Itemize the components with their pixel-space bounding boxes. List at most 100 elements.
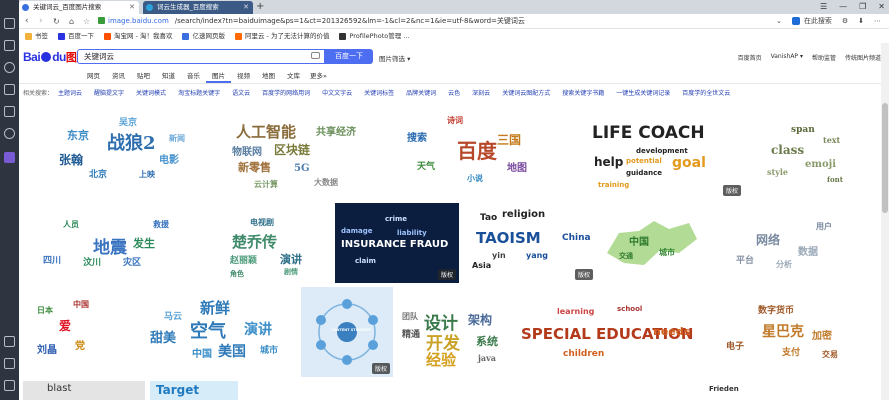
tab-zhidao[interactable]: 知道 [156,70,181,83]
image-result[interactable]: 人工智能 物联网 区块链 共享经济 新零售 5G 大数据 云计算 [224,107,384,199]
word: 马云 [164,312,183,322]
more-menu-icon[interactable]: ⋯ [874,17,881,25]
back-icon[interactable]: ‹ [25,15,29,28]
tab-web[interactable]: 网页 [81,70,106,83]
camera-icon[interactable] [311,52,320,59]
related-link[interactable]: 搜索关键字书籍 [562,88,604,100]
bookmark-item[interactable]: 百度一下 [58,30,94,42]
image-result[interactable]: 百度 搜索 三国 天气 地图 诗词 小说 [387,107,565,199]
word: 甜美 [150,331,177,346]
image-result[interactable]: LIFE COACH goal help potential developme… [568,107,744,199]
word: 战狼2 [107,133,156,154]
related-link[interactable]: 百度学的全世文云 [682,88,730,100]
downloads-icon[interactable]: ⬇ [858,17,864,25]
image-result[interactable]: 战狼2 东京 张翰 电影 北京 吴京 上映 新闻 [29,107,221,199]
related-link[interactable]: 醒脑提文字 [94,88,124,100]
related-link[interactable]: 关键词云图配方式 [502,88,550,100]
chat-icon[interactable] [4,128,15,139]
bookmark-item[interactable]: 淘宝网 - 淘！我喜欢 [104,30,172,42]
menu-button[interactable]: ☰ [820,0,827,14]
related-link[interactable]: 关键词模式 [136,88,166,100]
address-bar[interactable]: image.baidu.com/search/index?tn=baiduima… [98,15,688,27]
related-link[interactable]: 中文文字云 [322,88,352,100]
maximize-button[interactable]: ❐ [859,0,866,14]
bookmark-item[interactable]: 书签 [25,30,48,42]
related-link[interactable]: 品牌关键词 [406,88,436,100]
image-result[interactable]: 新鲜 空气 演讲 甜美 中国 美国 城市 马云 [120,287,298,377]
header-link[interactable]: 帮助监管 [812,53,836,62]
header-link[interactable]: VanishAP ▾ [771,53,803,62]
refresh-icon[interactable]: ↻ [53,15,60,28]
word: 中国 [73,299,89,309]
image-result[interactable]: INSURANCE FRAUD liability crime damage c… [335,203,459,283]
word: Tao [480,213,498,223]
settings-icon[interactable] [4,380,15,391]
bookmark-item[interactable]: 亿速网页版 [182,30,225,42]
cloud-icon[interactable] [4,358,15,369]
search-icon[interactable] [4,62,15,73]
bookmark-item[interactable]: ProfilePhoto管理 ... [339,30,410,42]
image-result[interactable]: TAOISM religion Tao China yin yang Asia … [462,203,596,283]
star-icon[interactable]: ☆ [83,15,90,28]
forward-icon[interactable]: › [39,15,43,28]
tab-images[interactable]: 图片 [206,70,231,83]
tab-news[interactable]: 资讯 [106,70,131,83]
header-link[interactable]: 传统图片频道 [845,53,881,62]
image-result[interactable]: 地震 发生 四川 汶川 灾区 人员 救援 [23,203,207,283]
word: China [562,233,591,243]
close-window-button[interactable]: ✕ [878,0,885,14]
image-result[interactable]: class emoji span text style font [747,107,875,199]
aliyun-icon [234,32,242,40]
tab-wenku[interactable]: 文库 [281,70,306,83]
tab-more[interactable]: 更多» [306,70,331,83]
tab-tieba[interactable]: 贴吧 [131,70,156,83]
tab-map[interactable]: 地图 [256,70,281,83]
tab-baidu-search[interactable]: 词云生成器_百度搜索 ✕ [143,1,253,14]
page-scrollbar[interactable] [881,43,889,400]
download-icon[interactable] [4,84,15,95]
header-link[interactable]: 百度首页 [738,53,762,62]
home-icon[interactable]: ⌂ [69,15,74,28]
image-result[interactable]: blast [23,381,145,400]
image-result[interactable]: CONTENT STRATEGY 版权 [301,287,393,377]
related-link[interactable]: 关键词标签 [364,88,394,100]
image-result[interactable]: 星巴克 数字货币 加密 电子 支付 交易 [702,287,876,377]
bookmark-item[interactable]: 阿里云 - 为了无法计算的价值 [234,30,329,42]
scrollbar-thumb[interactable] [882,103,888,213]
image-filter-link[interactable]: 图片筛选 ▾ [379,53,410,63]
close-tab-icon[interactable]: ✕ [129,1,135,13]
minimize-button[interactable]: — [839,0,847,14]
category-tabs: 网页 资讯 贴吧 知道 音乐 图片 视频 地图 文库 更多» [19,70,889,84]
related-link[interactable]: 语文云 [232,88,250,100]
image-result[interactable]: 爱 党 刘晶 日本 中国 [23,287,117,377]
notes-icon[interactable] [4,106,15,117]
word: 共享经济 [316,127,356,138]
close-tab-icon[interactable]: ✕ [243,1,249,13]
app-icon[interactable] [4,152,15,163]
tab-music[interactable]: 音乐 [181,70,206,83]
image-result[interactable]: Target [150,381,238,400]
bookmark-icon[interactable] [4,18,15,29]
related-link[interactable]: 深刻云 [472,88,490,100]
history-icon[interactable] [4,40,15,51]
search-button[interactable]: 百度一下 [325,49,373,64]
related-link[interactable]: 云色 [448,88,460,100]
new-tab-button[interactable]: + [256,0,264,13]
image-result[interactable]: 中国 城市 交通 [599,203,703,283]
tab-video[interactable]: 视频 [231,70,256,83]
image-result[interactable]: 设计 开发 架构 经验 系统 精通 团队 java [396,287,514,377]
image-result[interactable]: 楚乔传 演讲 赵丽颖 电视剧 剧情 角色 [210,203,332,283]
related-link[interactable]: 一键生成关键词记录 [616,88,670,100]
dropdown-icon[interactable]: ⌄ [776,17,782,25]
extensions-icon[interactable]: ⚙ [842,17,848,25]
search-input[interactable]: 关键词云 [77,49,325,64]
related-link[interactable]: 淘宝标题关键字 [178,88,220,100]
image-result[interactable]: SPECIAL EDUCATION needs learning childre… [517,287,699,377]
related-link[interactable]: 主题词云 [58,88,82,100]
image-result[interactable]: 网络 数据 平台 用户 分析 [706,203,876,283]
user-icon[interactable] [4,336,15,347]
tab-baidu-images[interactable]: 关键词云_百度图片搜索 ✕ [19,1,139,14]
image-result[interactable]: Frieden [679,381,779,400]
related-link[interactable]: 百度学的网络用词 [262,88,310,100]
side-search[interactable]: 在此搜索 [791,16,832,26]
